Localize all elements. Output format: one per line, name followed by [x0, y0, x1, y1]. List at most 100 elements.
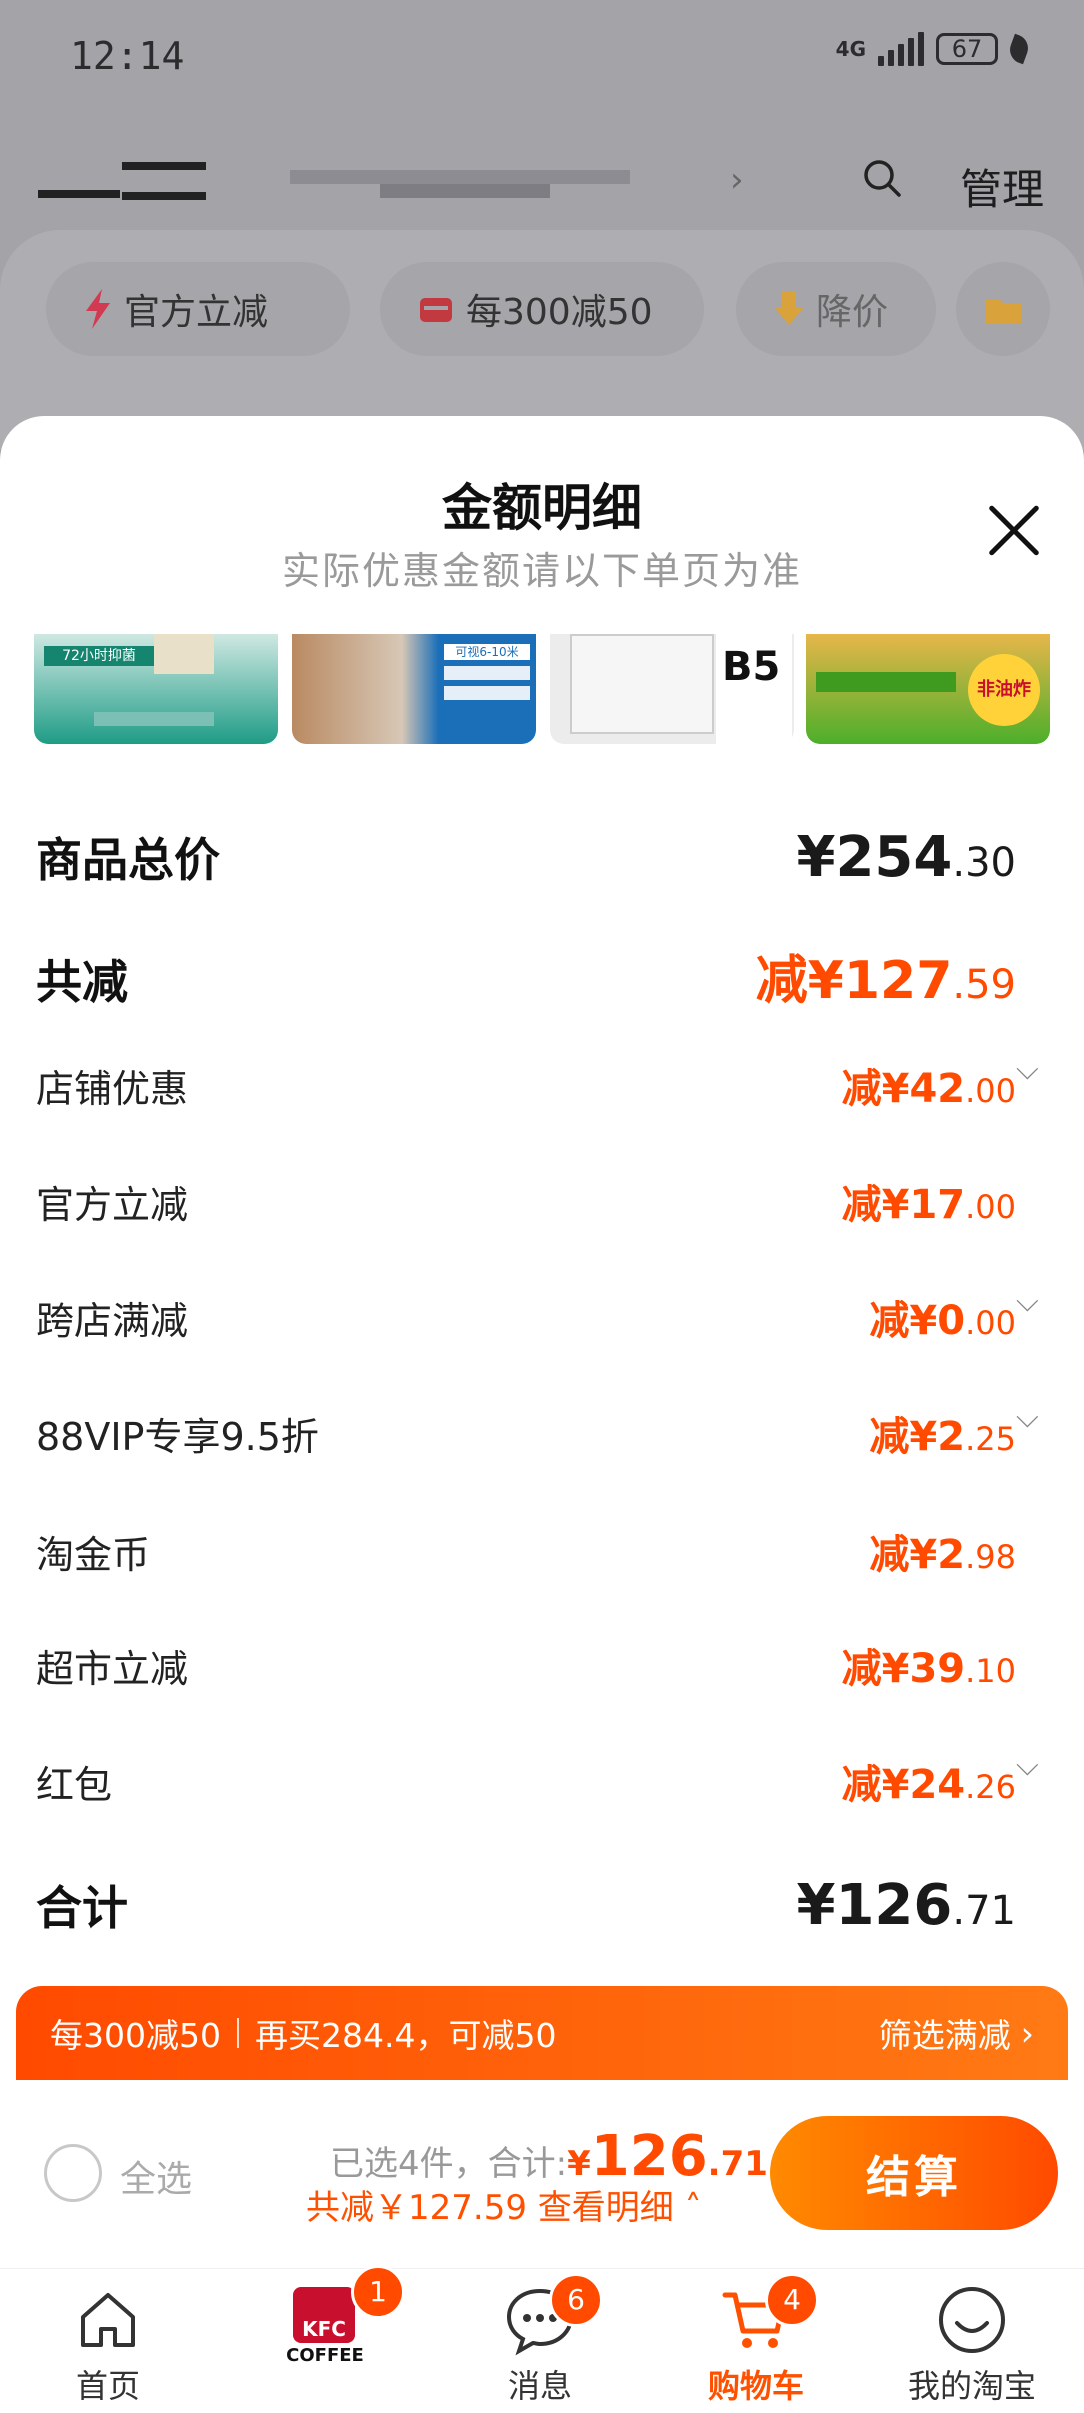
- promo-rule: 每300减50: [50, 2016, 221, 2055]
- amount-decimal: .30: [952, 840, 1016, 886]
- bottom-tab-bar: 首页 KFC COFFEE 1 6 消息 4 购物车 我的淘宝: [0, 2265, 1084, 2413]
- amount-prefix: 减: [869, 1298, 910, 1344]
- amount-value: 减¥2.25: [869, 1404, 1016, 1462]
- chip-price-drop[interactable]: 降价: [736, 262, 936, 356]
- amount-currency: ¥: [909, 1414, 938, 1460]
- tab-kfc-coffee[interactable]: KFC COFFEE 1: [216, 2265, 432, 2413]
- amount-decimal: .26: [965, 1768, 1016, 1806]
- amount-value: ¥254.30: [797, 825, 1017, 890]
- amount-row-label: 店铺优惠: [36, 1067, 189, 1111]
- amount-decimal: .25: [965, 1420, 1016, 1458]
- tab-messages[interactable]: 6 消息: [432, 2269, 648, 2413]
- battery-icon: 67: [936, 33, 998, 65]
- manage-button[interactable]: 管理: [960, 156, 1044, 217]
- amount-integer: 0: [937, 1298, 966, 1344]
- amount-value: 减¥39.10: [842, 1636, 1016, 1694]
- close-icon[interactable]: [984, 500, 1044, 560]
- amount-integer: 17: [909, 1182, 966, 1228]
- search-icon[interactable]: [862, 158, 902, 198]
- message-icon: 6: [503, 2273, 603, 2357]
- amount-currency: ¥: [881, 1066, 910, 1112]
- amount-prefix: 减: [841, 1762, 882, 1808]
- amount-integer: 126: [835, 1873, 953, 1938]
- tab-home[interactable]: 首页: [0, 2269, 216, 2413]
- chevron-down-icon[interactable]: ⌵: [1016, 1748, 1039, 1783]
- amount-value: 减¥2.98: [869, 1522, 1016, 1580]
- amount-row[interactable]: 88VIP专享9.5折 减¥2.25: [36, 1404, 1016, 1462]
- amount-row-label: 官方立减: [36, 1183, 189, 1227]
- amount-row-label: 88VIP专享9.5折: [36, 1415, 319, 1459]
- amount-prefix: 减: [841, 1646, 882, 1692]
- amount-detail-sheet: 金额明细 实际优惠金额请以下单页为准 72小时抑菌 可视6-10米 B5 非油炸…: [0, 416, 1084, 2080]
- product-thumbnail[interactable]: 非油炸: [806, 634, 1050, 744]
- amount-currency: ¥: [807, 951, 844, 1011]
- sheet-subtitle: 实际优惠金额请以下单页为准: [281, 549, 802, 593]
- full-reduction-banner[interactable]: 每300减50 再买284.4，可减50 筛选满减 ›: [16, 1986, 1068, 2080]
- chevron-right-icon[interactable]: ›: [730, 160, 744, 200]
- amount-currency: ¥: [881, 1646, 910, 1692]
- view-detail-link[interactable]: 共减￥127.59 查看明细 ˄: [306, 2180, 702, 2229]
- chevron-down-icon[interactable]: ⌵: [1016, 1284, 1039, 1319]
- chevron-down-icon[interactable]: ⌵: [1016, 1052, 1039, 1087]
- chevron-down-icon[interactable]: ⌵: [1016, 1400, 1039, 1435]
- amount-row[interactable]: 红包 减¥24.26: [36, 1752, 1016, 1810]
- amount-row-label: 商品总价: [36, 833, 220, 887]
- chip-folder[interactable]: [956, 262, 1050, 356]
- amount-row-label: 淘金币: [36, 1533, 151, 1577]
- amount-decimal: .10: [965, 1652, 1016, 1690]
- tab-cart[interactable]: 4 购物车: [648, 2269, 864, 2413]
- amount-value: 减¥17.00: [842, 1172, 1016, 1230]
- amount-value: 减¥24.26: [842, 1752, 1016, 1810]
- amount-decimal: .00: [965, 1304, 1016, 1342]
- eco-leaf-icon: [1006, 33, 1032, 65]
- product-thumbnail[interactable]: 可视6-10米: [292, 634, 536, 744]
- sheet-title: 金额明细: [442, 479, 642, 537]
- network-label: 4G: [835, 37, 866, 61]
- amount-row: 商品总价 ¥254.30: [36, 824, 1016, 890]
- status-icons: 4G 67: [835, 32, 1032, 66]
- amount-decimal: .59: [952, 962, 1016, 1008]
- profile-icon: [939, 2287, 1005, 2353]
- amount-prefix: 减: [869, 1414, 910, 1460]
- amount-currency: ¥: [909, 1298, 938, 1344]
- amount-value: ¥126.71: [797, 1873, 1017, 1938]
- amount-integer: 127: [843, 951, 953, 1011]
- amount-value: 减¥42.00: [842, 1056, 1016, 1114]
- product-thumbnail[interactable]: 72小时抑菌: [34, 634, 278, 744]
- amount-row: 官方立减 减¥17.00: [36, 1172, 1016, 1230]
- amount-row: 合计 ¥126.71: [36, 1872, 1016, 1938]
- amount-row-label: 跨店满减: [36, 1299, 189, 1343]
- amount-decimal: .71: [952, 1888, 1016, 1934]
- amount-row-label: 红包: [36, 1763, 113, 1807]
- chip-official-discount[interactable]: 官方立减: [46, 262, 350, 356]
- amount-row[interactable]: 店铺优惠 减¥42.00: [36, 1056, 1016, 1114]
- shop-address-obscured[interactable]: [38, 158, 208, 200]
- amount-currency: ¥: [796, 1873, 836, 1938]
- chip-full-reduction[interactable]: 每300减50: [380, 262, 704, 356]
- select-all-radio[interactable]: [44, 2144, 102, 2202]
- amount-row-label: 合计: [36, 1881, 128, 1935]
- amount-prefix: 减: [755, 951, 808, 1011]
- badge: 1: [351, 2265, 405, 2319]
- shop-icon: [420, 298, 452, 322]
- lightning-icon: [86, 289, 110, 329]
- amount-decimal: .98: [965, 1538, 1016, 1576]
- amount-value: 减¥0.00: [869, 1288, 1016, 1346]
- amount-prefix: 减: [869, 1532, 910, 1578]
- cart-background: 12:14 4G 67 › 管理 官方立减 每300减50 降价: [0, 0, 1084, 450]
- amount-integer: 254: [835, 825, 953, 890]
- amount-row[interactable]: 跨店满减 减¥0.00: [36, 1288, 1016, 1346]
- divider: [236, 2018, 239, 2048]
- checkout-button[interactable]: 结算: [770, 2116, 1058, 2230]
- chevron-up-icon: ˄: [684, 2188, 702, 2228]
- filter-reduction-link[interactable]: 筛选满减 ›: [879, 2009, 1034, 2057]
- product-thumbnail[interactable]: B5: [550, 634, 794, 744]
- tab-profile[interactable]: 我的淘宝: [864, 2269, 1080, 2413]
- folder-icon: [985, 299, 1021, 323]
- amount-row: 共减 减¥127.59: [36, 938, 1016, 1013]
- amount-row-label: 共减: [36, 955, 128, 1009]
- select-all-label[interactable]: 全选: [120, 2150, 192, 2202]
- amount-decimal: .00: [965, 1188, 1016, 1226]
- signal-icon: [878, 32, 924, 66]
- amount-currency: ¥: [909, 1532, 938, 1578]
